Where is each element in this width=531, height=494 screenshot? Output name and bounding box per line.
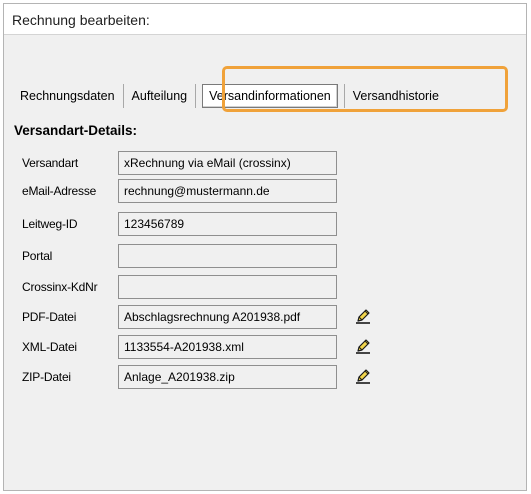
field-label: eMail-Adresse — [22, 184, 97, 198]
row-zip-datei: ZIP-Datei Anlage_A201938.zip — [22, 365, 373, 389]
row-xml-datei: XML-Datei 1133554-A201938.xml — [22, 335, 373, 359]
field-label: ZIP-Datei — [22, 370, 71, 384]
tab-rechnungsdaten[interactable]: Rechnungsdaten — [12, 83, 123, 109]
field-label: Versandart — [22, 156, 79, 170]
tab-versandinformationen[interactable]: Versandinformationen — [202, 84, 338, 108]
field-label: XML-Datei — [22, 340, 77, 354]
zip-file-field: Anlage_A201938.zip — [118, 365, 337, 389]
tab-separator — [195, 84, 197, 108]
window-title: Rechnung bearbeiten: — [12, 12, 150, 28]
tab-versandhistorie[interactable]: Versandhistorie — [345, 83, 447, 109]
row-email: eMail-Adresse rechnung@mustermann.de — [22, 179, 337, 203]
portal-field — [118, 244, 337, 268]
xml-file-field: 1133554-A201938.xml — [118, 335, 337, 359]
invoice-edit-window: Rechnung bearbeiten: Rechnungsdaten Auft… — [3, 3, 527, 491]
row-crossinx-kdnr: Crossinx-KdNr — [22, 275, 337, 299]
field-label: Portal — [22, 249, 53, 263]
title-bar: Rechnung bearbeiten: — [4, 4, 526, 35]
edit-pencil-icon[interactable] — [353, 367, 373, 387]
row-versandart: Versandart xRechnung via eMail (crossinx… — [22, 151, 337, 175]
versandart-field: xRechnung via eMail (crossinx) — [118, 151, 337, 175]
email-field: rechnung@mustermann.de — [118, 179, 337, 203]
field-label: PDF-Datei — [22, 310, 77, 324]
tab-bar: Rechnungsdaten Aufteilung Versandinforma… — [12, 81, 447, 111]
tab-aufteilung[interactable]: Aufteilung — [124, 83, 196, 109]
section-heading: Versandart-Details: — [14, 123, 138, 138]
leitweg-id-field: 123456789 — [118, 212, 337, 236]
edit-pencil-icon[interactable] — [353, 337, 373, 357]
pdf-file-field: Abschlagsrechnung A201938.pdf — [118, 305, 337, 329]
field-label: Leitweg-ID — [22, 217, 78, 231]
edit-pencil-icon[interactable] — [353, 307, 373, 327]
row-portal: Portal — [22, 244, 337, 268]
row-pdf-datei: PDF-Datei Abschlagsrechnung A201938.pdf — [22, 305, 373, 329]
crossinx-kdnr-field — [118, 275, 337, 299]
row-leitweg-id: Leitweg-ID 123456789 — [22, 212, 337, 236]
field-label: Crossinx-KdNr — [22, 280, 98, 294]
